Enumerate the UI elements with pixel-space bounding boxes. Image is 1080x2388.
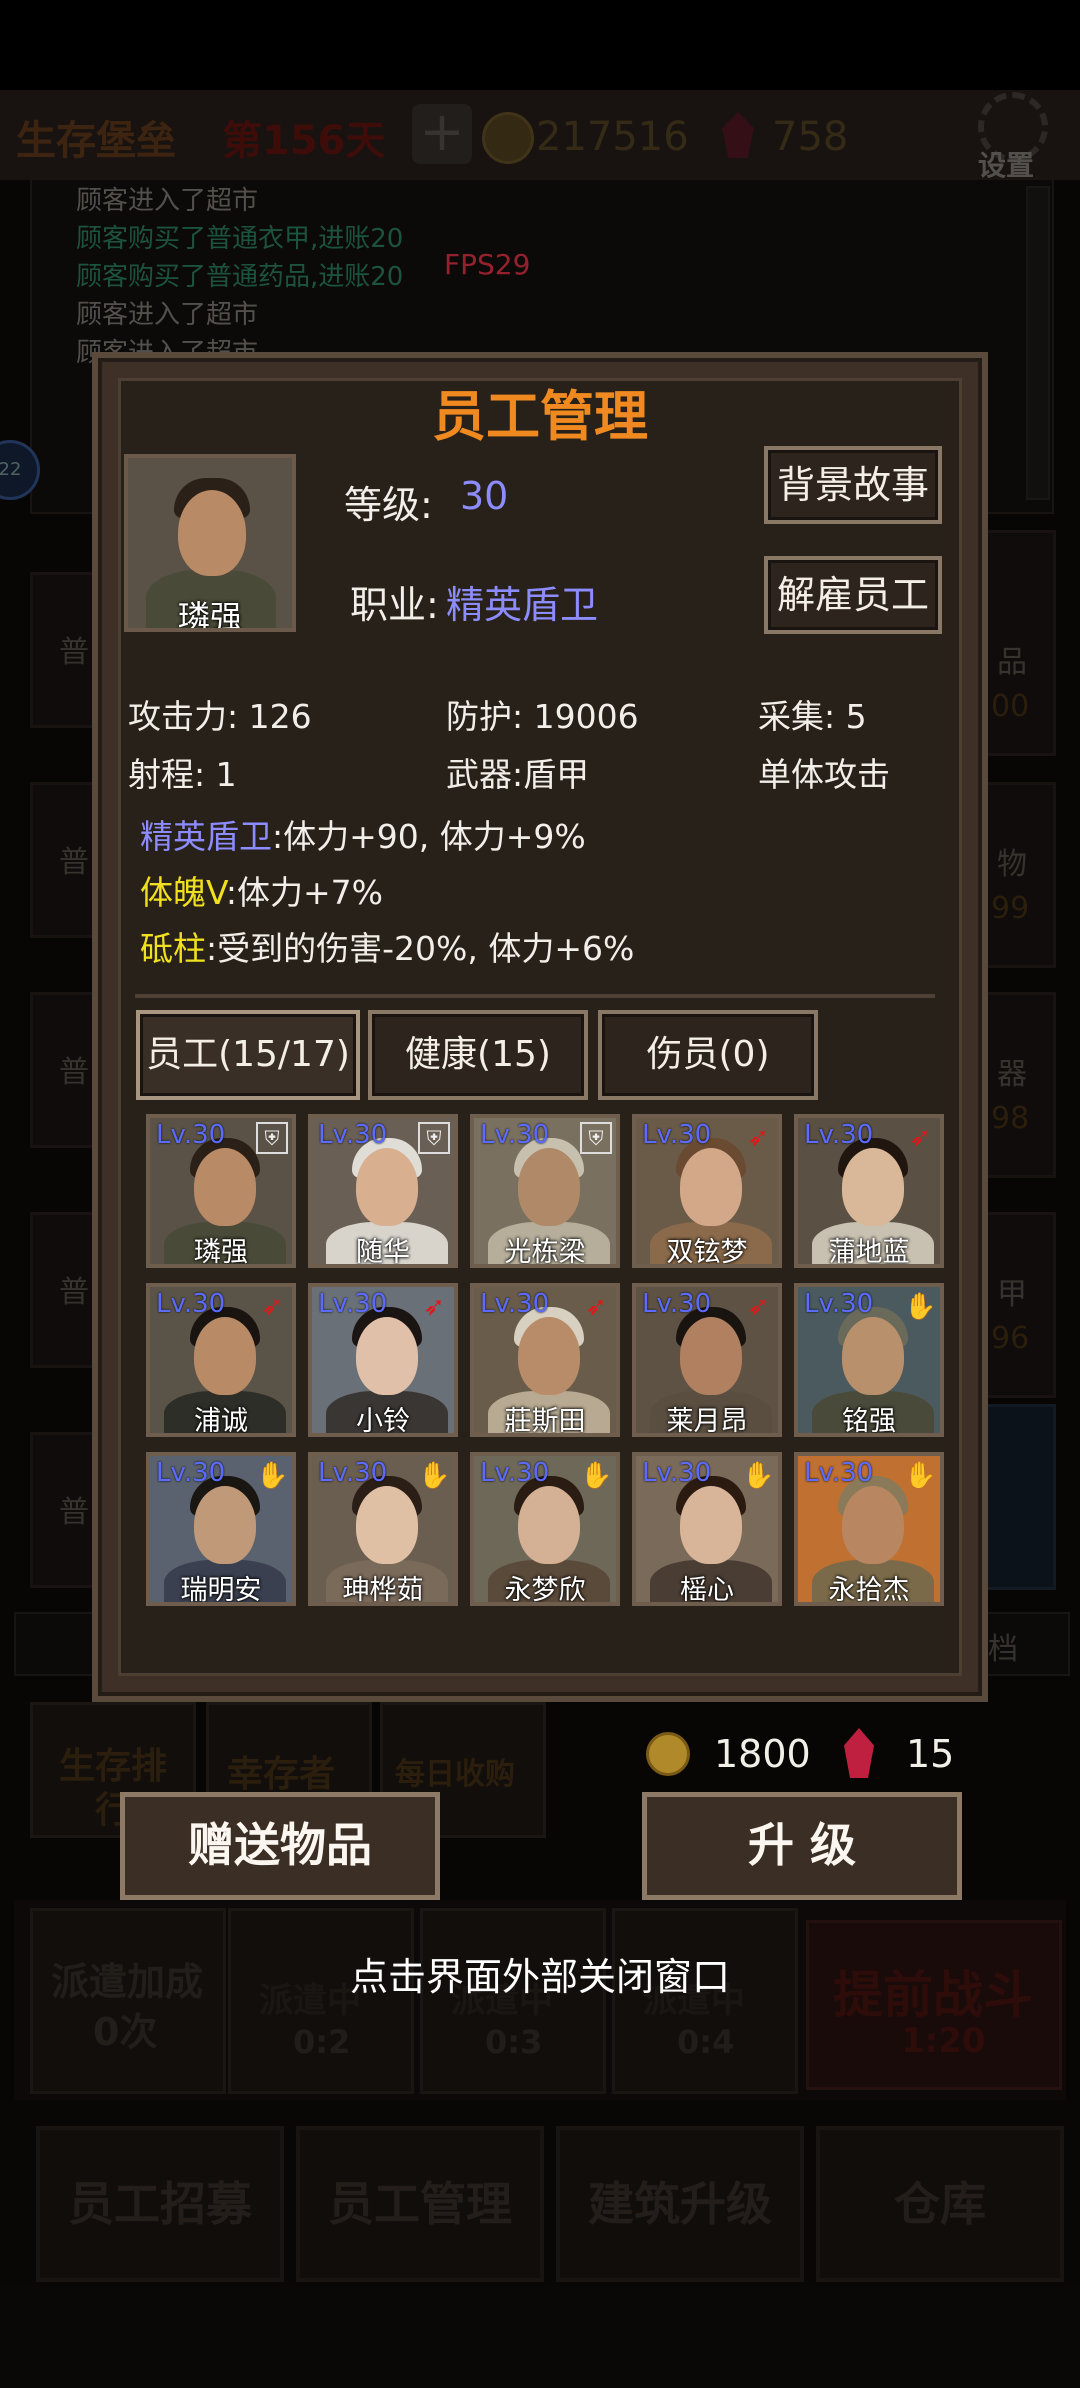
employee-level: Lv.30 [156, 1120, 226, 1150]
employee-card[interactable]: Lv.30 ✋ 珅桦茹 [308, 1452, 458, 1606]
gift-items-button[interactable]: 赠送物品 [120, 1792, 440, 1900]
employee-name: 浦诚 [194, 1406, 248, 1437]
upgrade-button[interactable]: 升 级 [642, 1792, 962, 1900]
employee-card[interactable]: Lv.30 ➶ 莱月昂 [632, 1283, 782, 1437]
employee-level: Lv.30 [642, 1120, 712, 1150]
trait-name: 体魄V [140, 873, 226, 912]
employee-card[interactable]: Lv.30 ✋ 永梦欣 [470, 1452, 620, 1606]
upgrade-gem-cost: 15 [906, 1732, 955, 1776]
employee-name: 璘强 [194, 1237, 248, 1268]
employee-name: 莱月昂 [666, 1406, 748, 1437]
bow-icon: ➶ [423, 1292, 445, 1322]
divider [135, 994, 935, 998]
upgrade-coin-cost: 1800 [714, 1732, 811, 1776]
trait-effect: :体力+7% [225, 873, 384, 912]
trait-row: 精英盾卫:体力+90, 体力+9% [140, 810, 586, 858]
employee-level: Lv.30 [804, 1458, 874, 1488]
employee-name: 光栋梁 [504, 1237, 586, 1268]
employee-card[interactable]: Lv.30 ➶ 浦诚 [146, 1283, 296, 1437]
dialog-title: 员工管理 [432, 385, 648, 448]
employee-name: 小铃 [356, 1406, 410, 1437]
employee-level: Lv.30 [318, 1289, 388, 1319]
shield-icon: ⛨ [256, 1122, 288, 1154]
trait-name: 砥柱 [140, 929, 206, 968]
bow-icon: ➶ [747, 1123, 769, 1153]
employee-card[interactable]: Lv.30 ➶ 莊斯田 [470, 1283, 620, 1437]
employee-card[interactable]: Lv.30 ⛨ 随华 [308, 1114, 458, 1268]
employee-card[interactable]: Lv.30 ✋ 瑞明安 [146, 1452, 296, 1606]
employee-level: Lv.30 [804, 1289, 874, 1319]
level-value: 30 [460, 474, 509, 518]
trait-row: 体魄V:体力+7% [140, 866, 383, 914]
employee-level: Lv.30 [804, 1120, 874, 1150]
employee-level: Lv.30 [480, 1458, 550, 1488]
employee-name: 莊斯田 [504, 1406, 586, 1437]
employee-card[interactable]: Lv.30 ✋ 榣心 [632, 1452, 782, 1606]
tab-staff[interactable]: 员工(15/17) [136, 1010, 360, 1100]
employee-level: Lv.30 [156, 1458, 226, 1488]
trait-effect: :体力+90, 体力+9% [272, 817, 586, 856]
hand-icon: ✋ [580, 1461, 613, 1491]
employee-name: 随华 [356, 1237, 410, 1268]
hand-icon: ✋ [742, 1461, 775, 1491]
employee-level: Lv.30 [318, 1120, 388, 1150]
stat-defense: 防护: 19006 [446, 697, 639, 736]
trait-effect: :受到的伤害-20%, 体力+6% [206, 929, 635, 968]
stat-weapon: 武器:盾甲 [446, 755, 590, 794]
employee-level: Lv.30 [156, 1289, 226, 1319]
job-label: 职业: [350, 583, 439, 627]
background-story-button[interactable]: 背景故事 [764, 446, 942, 524]
trait-name: 精英盾卫 [140, 817, 272, 856]
hand-icon: ✋ [418, 1461, 451, 1491]
employee-level: Lv.30 [642, 1458, 712, 1488]
employee-name: 珅桦茹 [342, 1575, 424, 1606]
tab-healthy[interactable]: 健康(15) [368, 1010, 588, 1100]
employee-level: Lv.30 [642, 1289, 712, 1319]
job-value: 精英盾卫 [446, 583, 599, 627]
tab-injured[interactable]: 伤员(0) [598, 1010, 818, 1100]
selected-name: 璘强 [177, 598, 242, 632]
bow-icon: ➶ [585, 1292, 607, 1322]
employee-name: 铭强 [842, 1406, 896, 1437]
employee-card[interactable]: Lv.30 ⛨ 璘强 [146, 1114, 296, 1268]
shield-icon: ⛨ [580, 1122, 612, 1154]
employee-name: 瑞明安 [180, 1575, 262, 1606]
selected-portrait: 璘强 [124, 454, 296, 632]
employee-level: Lv.30 [480, 1289, 550, 1319]
employee-level: Lv.30 [318, 1458, 388, 1488]
employee-name: 蒲地蓝 [828, 1237, 910, 1268]
employee-name: 榣心 [680, 1575, 734, 1606]
employee-card[interactable]: Lv.30 ✋ 铭强 [794, 1283, 944, 1437]
employee-card[interactable]: Lv.30 ⛨ 光栋梁 [470, 1114, 620, 1268]
employee-card[interactable]: Lv.30 ➶ 小铃 [308, 1283, 458, 1437]
hand-icon: ✋ [904, 1461, 937, 1491]
level-label: 等级: [344, 483, 433, 527]
hand-icon: ✋ [256, 1461, 289, 1491]
employee-card[interactable]: Lv.30 ✋ 永拾杰 [794, 1452, 944, 1606]
bow-icon: ➶ [747, 1292, 769, 1322]
trait-row: 砥柱:受到的伤害-20%, 体力+6% [140, 922, 634, 970]
bow-icon: ➶ [261, 1292, 283, 1322]
shield-icon: ⛨ [418, 1122, 450, 1154]
employee-level: Lv.30 [480, 1120, 550, 1150]
bow-icon: ➶ [909, 1123, 931, 1153]
fire-staff-button[interactable]: 解雇员工 [764, 556, 942, 634]
employee-name: 永拾杰 [828, 1575, 910, 1606]
employee-name: 永梦欣 [504, 1575, 586, 1606]
close-hint: 点击界面外部关闭窗口 [349, 1955, 730, 1999]
stat-gather: 采集: 5 [758, 697, 867, 736]
employee-card[interactable]: Lv.30 ➶ 蒲地蓝 [794, 1114, 944, 1268]
hand-icon: ✋ [904, 1292, 937, 1322]
stat-attack: 攻击力: 126 [128, 697, 312, 736]
coin-icon [646, 1732, 690, 1776]
employee-card[interactable]: Lv.30 ➶ 双铉梦 [632, 1114, 782, 1268]
stat-range: 射程: 1 [128, 755, 237, 794]
status-bar [0, 0, 1080, 90]
stat-attack-type: 单体攻击 [758, 755, 890, 794]
employee-name: 双铉梦 [666, 1237, 748, 1268]
